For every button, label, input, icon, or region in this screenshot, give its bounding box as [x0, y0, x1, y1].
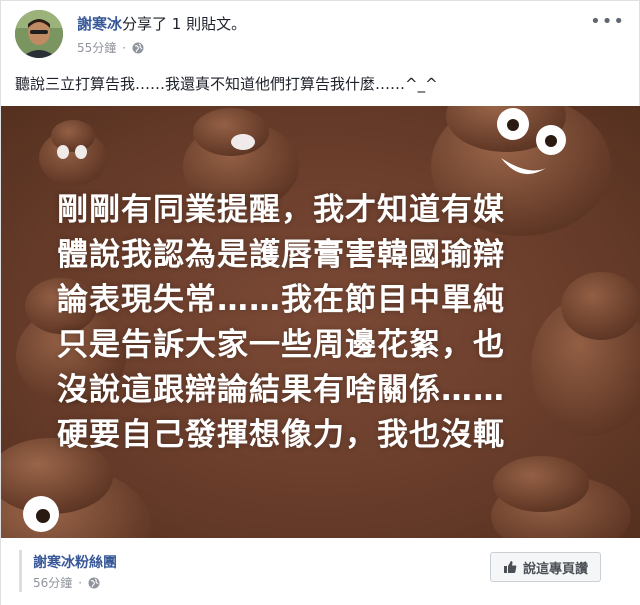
- author-name[interactable]: 謝寒冰: [77, 15, 122, 33]
- meta-separator: ·: [122, 40, 127, 55]
- post-header: 謝寒冰分享了 1 則貼文。: [77, 13, 246, 34]
- globe-icon[interactable]: [132, 42, 144, 54]
- shared-post-meta: 56分鐘 ·: [33, 574, 100, 591]
- caption-line: 硬要自己發揮想像力，我也沒輒: [57, 417, 505, 453]
- like-page-label: 說這專頁讚: [522, 561, 588, 577]
- like-page-button[interactable]: 說這專頁讚: [489, 552, 601, 582]
- shared-post-footer: 謝寒冰粉絲團 56分鐘 · 說這專頁讚: [1, 538, 640, 605]
- post-timestamp[interactable]: 55分鐘: [77, 39, 116, 56]
- post-image[interactable]: 剛剛有同業提醒，我才知道有媒 體說我認為是護唇膏害韓國瑜辯 論表現失常……我在節…: [1, 106, 640, 538]
- post-text: 聽說三立打算告我……我還真不知道他們打算告我什麼……^_^: [15, 75, 438, 93]
- caption-line: 只是告訴大家一些周邊花絮，也: [57, 327, 505, 363]
- caption-line: 論表現失常……我在節目中單純: [57, 282, 505, 318]
- shared-timestamp[interactable]: 56分鐘: [33, 574, 72, 591]
- post-card: 謝寒冰分享了 1 則貼文。 55分鐘 · ••• 聽說三立打算告我……我還真不知…: [0, 0, 640, 605]
- more-options-icon[interactable]: •••: [590, 11, 625, 32]
- image-caption-text: 剛剛有同業提醒，我才知道有媒 體說我認為是護唇膏害韓國瑜辯 論表現失常……我在節…: [57, 188, 597, 458]
- thumbs-up-icon: [503, 561, 517, 573]
- post-meta: 55分鐘 ·: [77, 39, 144, 56]
- caption-line: 剛剛有同業提醒，我才知道有媒: [57, 192, 505, 228]
- caption-line: 體說我認為是護唇膏害韓國瑜辯: [57, 237, 505, 273]
- share-action-text: 分享了 1 則貼文。: [122, 15, 247, 33]
- shared-page-name[interactable]: 謝寒冰粉絲團: [33, 552, 117, 572]
- shared-indicator-bar: [19, 550, 22, 592]
- meta-separator: ·: [78, 575, 83, 590]
- avatar-image: [15, 10, 63, 58]
- globe-icon[interactable]: [88, 577, 100, 589]
- caption-line: 沒說這跟辯論結果有啥關係……: [57, 372, 505, 408]
- avatar[interactable]: [15, 10, 63, 58]
